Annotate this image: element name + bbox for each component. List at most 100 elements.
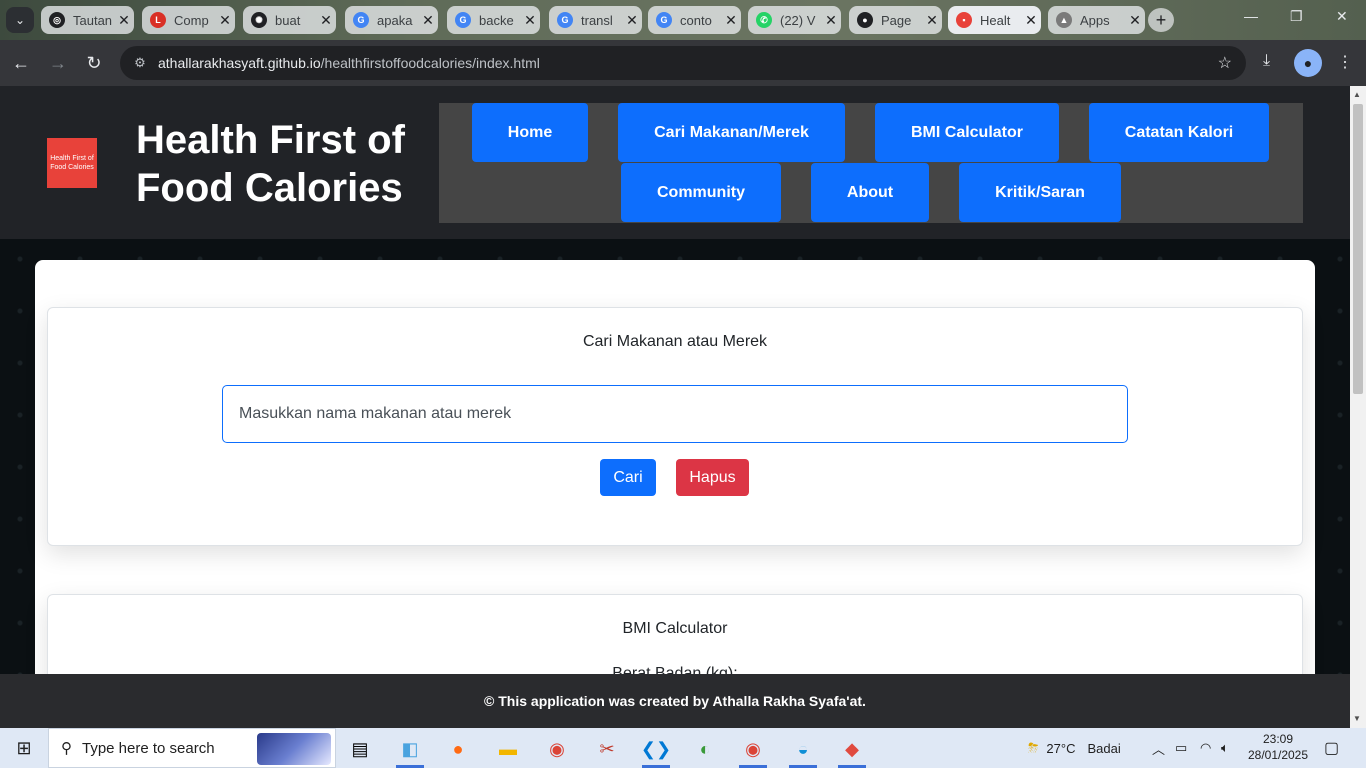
page-scrollbar[interactable]: ▲ ▼ — [1350, 86, 1366, 728]
windows-start-icon[interactable]: ⊞ — [0, 728, 48, 768]
firefox-icon[interactable]: ● — [438, 732, 478, 766]
search-button[interactable]: Cari — [600, 459, 656, 496]
tab-title: buat — [275, 12, 301, 28]
browser-tab[interactable]: Gtransl ✕ — [549, 6, 642, 34]
health-icon: ▪ — [956, 12, 972, 28]
perplexity-icon: ✺ — [251, 12, 267, 28]
minimize-icon[interactable]: — — [1244, 8, 1258, 24]
tab-title: transl — [581, 12, 613, 28]
search-icon: ⚲ — [61, 740, 72, 757]
nav-kritik-saran[interactable]: Kritik/Saran — [959, 163, 1121, 222]
file-app-icon[interactable]: ◧ — [390, 732, 430, 768]
tab-title: (22) V — [780, 12, 816, 28]
menu-kebab-icon[interactable]: ⋮ — [1337, 52, 1353, 72]
android-studio-icon[interactable]: ◐ — [685, 732, 725, 766]
tab-title: Tautan — [73, 12, 113, 28]
tab-close-icon[interactable]: ✕ — [316, 12, 336, 29]
tray-chevron-icon[interactable]: ︿ — [1152, 728, 1165, 768]
apps-icon: ▲ — [1056, 12, 1072, 28]
weather-temp: 27°C — [1046, 740, 1076, 756]
nav-about[interactable]: About — [811, 163, 929, 222]
battery-icon[interactable]: ▭ — [1175, 728, 1187, 768]
notification-icon[interactable]: ▢ — [1324, 728, 1339, 768]
search-card: Cari Makanan atau Merek Cari Hapus — [47, 307, 1303, 546]
page-viewport: Health First of Food Calories Health Fir… — [0, 86, 1350, 728]
browser-tab[interactable]: ✺ buat ✕ — [243, 6, 336, 34]
browser-tab[interactable]: ◎ Tautan ✕ — [41, 6, 134, 34]
site-header: Health First of Food Calories Health Fir… — [0, 86, 1350, 239]
site-title: Health First of Food Calories — [136, 118, 405, 210]
chrome-active-icon[interactable]: ◉ — [733, 732, 773, 768]
tab-close-icon[interactable]: ✕ — [520, 12, 540, 29]
profile-avatar[interactable]: ● — [1294, 49, 1322, 77]
search-heading: Cari Makanan atau Merek — [582, 333, 768, 350]
browser-tab[interactable]: ● Page ✕ — [849, 6, 942, 34]
url-text: athallarakhasyaft.github.io/healthfirsto… — [158, 55, 540, 71]
tab-title: Page — [881, 12, 912, 28]
new-tab-button[interactable]: + — [1148, 8, 1174, 32]
volume-icon[interactable]: 🔈︎ — [1221, 728, 1229, 768]
tab-title: conto — [680, 12, 712, 28]
tab-close-icon[interactable]: ✕ — [1125, 12, 1145, 29]
browser-tab[interactable]: ▲ Apps ✕ — [1048, 6, 1145, 34]
weather-desc: Badai — [1087, 740, 1121, 756]
tab-title: Healt — [980, 12, 1011, 28]
vscode-icon[interactable]: ❮❯ — [636, 732, 676, 768]
github-icon: ● — [857, 12, 873, 28]
nav-cari-makanan[interactable]: Cari Makanan/Merek — [618, 103, 845, 162]
browser-tab[interactable]: Gbacke ✕ — [447, 6, 540, 34]
site-info-icon[interactable]: ⚙ — [128, 55, 152, 71]
tab-close-icon[interactable]: ✕ — [721, 12, 741, 29]
nav-bmi-calculator[interactable]: BMI Calculator — [875, 103, 1059, 162]
scroll-thumb[interactable] — [1353, 104, 1363, 394]
scroll-up-icon[interactable]: ▲ — [1353, 90, 1361, 99]
clock-date: 28/01/2025 — [1247, 748, 1309, 762]
browser-tab[interactable]: L Comp ✕ — [142, 6, 235, 34]
taskbar-search[interactable]: ⚲ Type here to search — [48, 728, 336, 768]
clear-button[interactable]: Hapus — [676, 459, 749, 496]
google-icon: G — [656, 12, 672, 28]
forward-icon[interactable]: → — [47, 52, 69, 74]
back-icon[interactable]: ← — [10, 52, 32, 74]
tab-close-icon[interactable]: ✕ — [922, 12, 942, 29]
weather-storm-icon: ⛈ — [1028, 740, 1039, 755]
file-explorer-icon[interactable]: ▬ — [488, 732, 528, 766]
tab-close-icon[interactable]: ✕ — [821, 12, 841, 29]
snipping-tool-icon[interactable]: ✂ — [587, 732, 627, 766]
restore-icon[interactable]: ❐ — [1290, 8, 1303, 25]
google-icon: G — [353, 12, 369, 28]
weather-widget[interactable]: ⛈ 27°C Badai — [1028, 728, 1121, 768]
browser-tab[interactable]: Gapaka ✕ — [345, 6, 438, 34]
chrome-icon[interactable]: ◉ — [537, 732, 577, 766]
site-logo[interactable]: Health First of Food Calories — [47, 138, 97, 188]
scroll-down-icon[interactable]: ▼ — [1353, 714, 1361, 723]
browser-tab[interactable]: Gconto ✕ — [648, 6, 741, 34]
download-icon[interactable]: ⤓ — [1263, 52, 1270, 70]
tab-close-icon[interactable]: ✕ — [1021, 12, 1041, 29]
nav-catatan-kalori[interactable]: Catatan Kalori — [1089, 103, 1269, 162]
nav-home[interactable]: Home — [472, 103, 588, 162]
tab-title: backe — [479, 12, 514, 28]
tab-search-button[interactable]: ⌄ — [6, 7, 34, 33]
reload-icon[interactable]: ↻ — [83, 52, 105, 74]
close-window-icon[interactable]: ✕ — [1336, 8, 1348, 25]
tab-close-icon[interactable]: ✕ — [215, 12, 235, 29]
search-highlight-image — [257, 733, 331, 765]
site-footer: © This application was created by Athall… — [0, 674, 1350, 728]
wifi-icon[interactable]: ◠ — [1200, 728, 1211, 768]
nav-community[interactable]: Community — [621, 163, 781, 222]
browser-tab[interactable]: ✆ (22) V ✕ — [748, 6, 841, 34]
tab-close-icon[interactable]: ✕ — [622, 12, 642, 29]
tab-close-icon[interactable]: ✕ — [114, 12, 134, 29]
bookmark-star-icon[interactable]: ☆ — [1218, 53, 1232, 73]
system-clock[interactable]: 23:09 28/01/2025 — [1238, 731, 1318, 763]
le-icon: L — [150, 12, 166, 28]
tab-close-icon[interactable]: ✕ — [418, 12, 438, 29]
browser-tab[interactable]: ▪ Healt ✕ — [948, 6, 1041, 34]
git-tool-icon[interactable]: ◆ — [832, 732, 872, 768]
address-bar[interactable]: ⚙ athallarakhasyaft.github.io/healthfirs… — [120, 46, 1246, 80]
footer-text: © This application was created by Athall… — [484, 693, 866, 709]
edge-icon[interactable]: ◒ — [783, 732, 823, 768]
search-input[interactable] — [222, 385, 1128, 443]
task-view-icon[interactable]: ▤ — [340, 732, 380, 766]
